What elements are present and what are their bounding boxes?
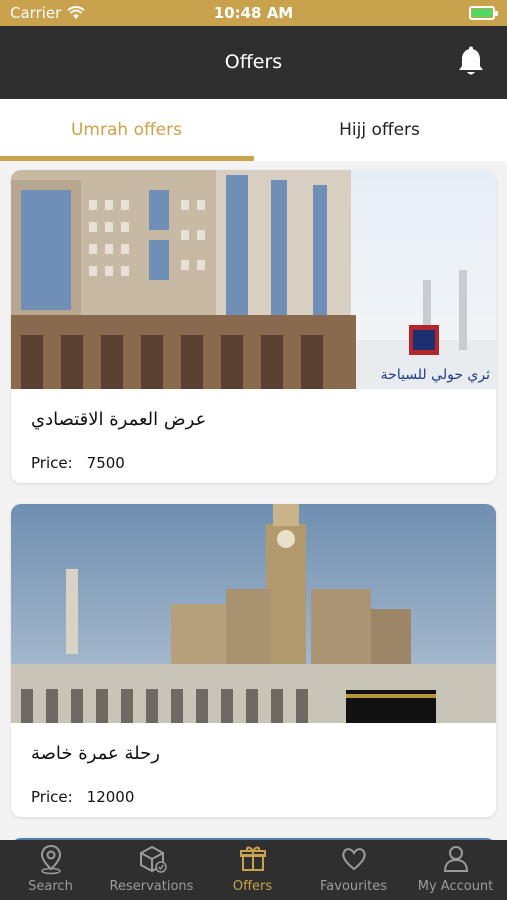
offer-image: ثري حولي للسياحة xyxy=(11,170,496,389)
box-icon xyxy=(139,845,167,873)
person-icon xyxy=(443,846,468,872)
nav-my-account[interactable]: My Account xyxy=(404,840,507,900)
price-value: 7500 xyxy=(86,454,125,472)
price-value: 12000 xyxy=(86,788,135,806)
tab-umrah-offers[interactable]: Umrah offers xyxy=(0,99,253,161)
price-label: Price: xyxy=(31,788,73,806)
offer-image xyxy=(11,504,496,723)
offer-price: Price: 12000 xyxy=(31,788,134,806)
price-label: Price: xyxy=(31,454,73,472)
watermark-logo-text: ثري حولي للسياحة xyxy=(380,367,490,383)
offer-title: رحلة عمرة خاصة xyxy=(31,743,160,764)
offers-list[interactable]: ثري حولي للسياحة عرض العمرة الاقتصادي Pr… xyxy=(0,161,507,840)
nav-offers-label: Offers xyxy=(232,879,273,894)
status-bar: Carrier 10:48 AM xyxy=(0,0,507,26)
gift-icon xyxy=(239,846,266,871)
bottom-tab-bar: Search Reservations Offers Favourites My… xyxy=(0,840,507,900)
heart-icon xyxy=(341,848,366,871)
navigation-bar: Offers xyxy=(0,26,507,99)
nav-my-account-label: My Account xyxy=(417,879,494,894)
nav-search-label: Search xyxy=(28,879,73,894)
page-title: Offers xyxy=(224,51,283,73)
clock: 10:48 AM xyxy=(213,4,294,22)
tab-hijj-offers[interactable]: Hijj offers xyxy=(253,99,506,161)
nav-reservations[interactable]: Reservations xyxy=(101,840,202,900)
map-pin-icon xyxy=(40,844,61,875)
nav-favourites[interactable]: Favourites xyxy=(303,840,404,900)
nav-offers[interactable]: Offers xyxy=(202,840,303,900)
bell-icon[interactable] xyxy=(457,46,485,78)
offer-card[interactable]: ثري حولي للسياحة عرض العمرة الاقتصادي Pr… xyxy=(11,170,496,483)
offer-title: عرض العمرة الاقتصادي xyxy=(31,409,207,430)
battery-icon xyxy=(469,6,498,20)
nav-search[interactable]: Search xyxy=(0,840,101,900)
offer-card[interactable]: رحلة عمرة خاصة Price: 12000 xyxy=(11,504,496,817)
offer-tabs: Umrah offers Hijj offers xyxy=(0,99,507,161)
offer-price: Price: 7500 xyxy=(31,454,125,472)
nav-reservations-label: Reservations xyxy=(109,879,194,894)
nav-favourites-label: Favourites xyxy=(320,879,387,894)
